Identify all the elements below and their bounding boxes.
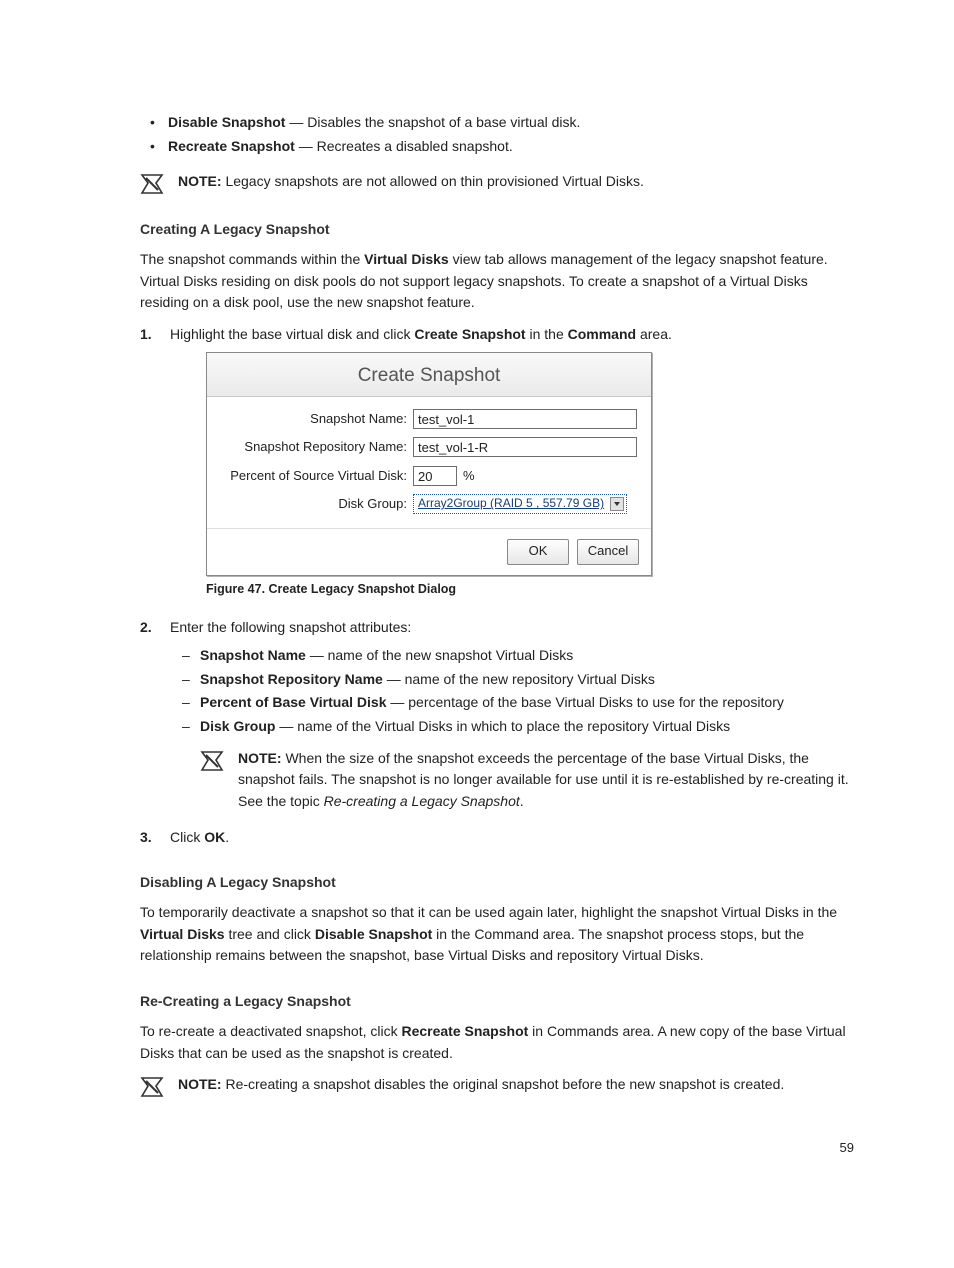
snapshot-name-input[interactable]: test_vol-1 bbox=[413, 409, 637, 429]
percent-label: Percent of Source Virtual Disk: bbox=[221, 466, 413, 486]
repo-name-label: Snapshot Repository Name: bbox=[221, 437, 413, 457]
text: The snapshot commands within the bbox=[140, 251, 364, 267]
note-body: Re-creating a snapshot disables the orig… bbox=[222, 1076, 785, 1092]
bold-text: Disable Snapshot bbox=[315, 926, 432, 942]
desc: — Disables the snapshot of a base virtua… bbox=[285, 114, 580, 130]
note-icon bbox=[140, 1076, 166, 1098]
create-snapshot-dialog: Create Snapshot Snapshot Name: test_vol-… bbox=[206, 352, 652, 576]
text: Click bbox=[170, 829, 204, 845]
row-disk-group: Disk Group: Array2Group (RAID 5 , 557.79… bbox=[221, 494, 637, 514]
list-item: Percent of Base Virtual Disk — percentag… bbox=[200, 692, 854, 714]
bold-text: Virtual Disks bbox=[140, 926, 225, 942]
text: area. bbox=[636, 326, 672, 342]
term: Recreate Snapshot bbox=[168, 138, 295, 154]
dialog-title: Create Snapshot bbox=[207, 353, 651, 397]
text: . bbox=[225, 829, 229, 845]
desc: — name of the new snapshot Virtual Disks bbox=[306, 647, 573, 663]
note-text: NOTE: When the size of the snapshot exce… bbox=[238, 748, 854, 813]
bold-text: OK bbox=[204, 829, 225, 845]
step-list: 1. Highlight the base virtual disk and c… bbox=[140, 324, 854, 848]
text: To re-create a deactivated snapshot, cli… bbox=[140, 1023, 401, 1039]
dialog-body: Snapshot Name: test_vol-1 Snapshot Repos… bbox=[207, 397, 651, 528]
term: Disk Group bbox=[200, 718, 275, 734]
note-text: NOTE: Re-creating a snapshot disables th… bbox=[178, 1074, 784, 1096]
term: Percent of Base Virtual Disk bbox=[200, 694, 386, 710]
list-item: Snapshot Name — name of the new snapshot… bbox=[200, 645, 854, 667]
disk-group-label: Disk Group: bbox=[221, 494, 413, 514]
heading-disabling: Disabling A Legacy Snapshot bbox=[140, 872, 854, 894]
chevron-down-icon bbox=[610, 497, 624, 511]
percent-unit: % bbox=[463, 466, 475, 486]
term: Snapshot Repository Name bbox=[200, 671, 383, 687]
snapshot-name-label: Snapshot Name: bbox=[221, 409, 413, 429]
bold-text: Recreate Snapshot bbox=[401, 1023, 528, 1039]
cancel-button[interactable]: Cancel bbox=[577, 539, 639, 565]
step-number: 3. bbox=[140, 827, 152, 849]
step-number: 1. bbox=[140, 324, 152, 346]
bold-text: Command bbox=[568, 326, 636, 342]
disk-group-select[interactable]: Array2Group (RAID 5 , 557.79 GB) bbox=[413, 494, 627, 514]
text: Highlight the base virtual disk and clic… bbox=[170, 326, 414, 342]
paragraph: To re-create a deactivated snapshot, cli… bbox=[140, 1021, 854, 1064]
note-text: NOTE: Legacy snapshots are not allowed o… bbox=[178, 171, 644, 193]
step-3: 3. Click OK. bbox=[140, 827, 854, 849]
note-block: NOTE: Re-creating a snapshot disables th… bbox=[140, 1074, 854, 1098]
ok-button[interactable]: OK bbox=[507, 539, 569, 565]
text: tree and click bbox=[225, 926, 315, 942]
percent-input[interactable]: 20 bbox=[413, 466, 457, 486]
desc: — name of the new repository Virtual Dis… bbox=[383, 671, 655, 687]
note-block: NOTE: When the size of the snapshot exce… bbox=[170, 748, 854, 813]
note-label: NOTE: bbox=[238, 750, 282, 766]
italic-text: Re-creating a Legacy Snapshot bbox=[324, 793, 520, 809]
dialog-buttons: OK Cancel bbox=[207, 528, 651, 575]
bold-text: Create Snapshot bbox=[414, 326, 525, 342]
list-item: Disable Snapshot — Disables the snapshot… bbox=[168, 112, 854, 134]
step-number: 2. bbox=[140, 617, 152, 639]
heading-creating: Creating A Legacy Snapshot bbox=[140, 219, 854, 241]
term: Disable Snapshot bbox=[168, 114, 285, 130]
step-1: 1. Highlight the base virtual disk and c… bbox=[140, 324, 854, 599]
row-percent: Percent of Source Virtual Disk: 20 % bbox=[221, 466, 637, 486]
top-bullet-list: Disable Snapshot — Disables the snapshot… bbox=[140, 112, 854, 157]
page-number: 59 bbox=[840, 1138, 854, 1158]
text: in the bbox=[526, 326, 568, 342]
disk-group-value: Array2Group (RAID 5 , 557.79 GB) bbox=[418, 494, 604, 513]
note-icon bbox=[140, 173, 166, 195]
figure-dialog: Create Snapshot Snapshot Name: test_vol-… bbox=[206, 352, 652, 576]
desc: — Recreates a disabled snapshot. bbox=[295, 138, 513, 154]
paragraph: To temporarily deactivate a snapshot so … bbox=[140, 902, 854, 967]
list-item: Recreate Snapshot — Recreates a disabled… bbox=[168, 136, 854, 158]
text: Enter the following snapshot attributes: bbox=[170, 619, 411, 635]
note-block: NOTE: Legacy snapshots are not allowed o… bbox=[140, 171, 854, 195]
list-item: Snapshot Repository Name — name of the n… bbox=[200, 669, 854, 691]
note-icon bbox=[200, 750, 226, 772]
note-label: NOTE: bbox=[178, 173, 222, 189]
desc: — name of the Virtual Disks in which to … bbox=[275, 718, 730, 734]
note-body: Legacy snapshots are not allowed on thin… bbox=[222, 173, 644, 189]
term: Snapshot Name bbox=[200, 647, 306, 663]
list-item: Disk Group — name of the Virtual Disks i… bbox=[200, 716, 854, 738]
repo-name-input[interactable]: test_vol-1-R bbox=[413, 437, 637, 457]
row-snapshot-name: Snapshot Name: test_vol-1 bbox=[221, 409, 637, 429]
note-label: NOTE: bbox=[178, 1076, 222, 1092]
step-2: 2. Enter the following snapshot attribut… bbox=[140, 617, 854, 813]
row-repo-name: Snapshot Repository Name: test_vol-1-R bbox=[221, 437, 637, 457]
text: . bbox=[520, 793, 524, 809]
figure-caption: Figure 47. Create Legacy Snapshot Dialog bbox=[206, 580, 854, 599]
paragraph: The snapshot commands within the Virtual… bbox=[140, 249, 854, 314]
text: To temporarily deactivate a snapshot so … bbox=[140, 904, 837, 920]
desc: — percentage of the base Virtual Disks t… bbox=[386, 694, 783, 710]
attribute-list: Snapshot Name — name of the new snapshot… bbox=[170, 645, 854, 738]
bold-text: Virtual Disks bbox=[364, 251, 449, 267]
heading-recreating: Re-Creating a Legacy Snapshot bbox=[140, 991, 854, 1013]
document-page: Disable Snapshot — Disables the snapshot… bbox=[0, 0, 954, 1268]
